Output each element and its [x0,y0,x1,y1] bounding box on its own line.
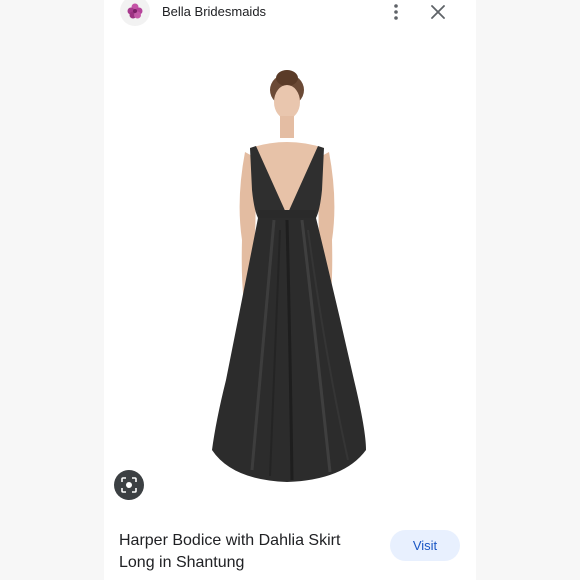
lens-search-icon [121,477,137,493]
visual-search-button[interactable] [114,470,144,500]
flower-logo-icon [127,3,143,19]
close-icon [431,5,445,19]
visit-button[interactable]: Visit [390,530,460,561]
page: Bella Bridesmaids Harper Bodice with Dah… [0,0,580,580]
product-image[interactable] [104,40,476,510]
more-options-button[interactable] [386,2,406,22]
site-name[interactable]: Bella Bridesmaids [162,4,266,19]
product-title[interactable]: Harper Bodice with Dahlia Skirt Long in … [119,530,369,574]
more-vert-icon [394,4,398,20]
dress-model-image [212,70,366,482]
image-preview-card: Bella Bridesmaids Harper Bodice with Dah… [104,0,476,580]
site-avatar[interactable] [120,0,150,26]
preview-header: Bella Bridesmaids [104,0,476,28]
close-button[interactable] [428,2,448,22]
